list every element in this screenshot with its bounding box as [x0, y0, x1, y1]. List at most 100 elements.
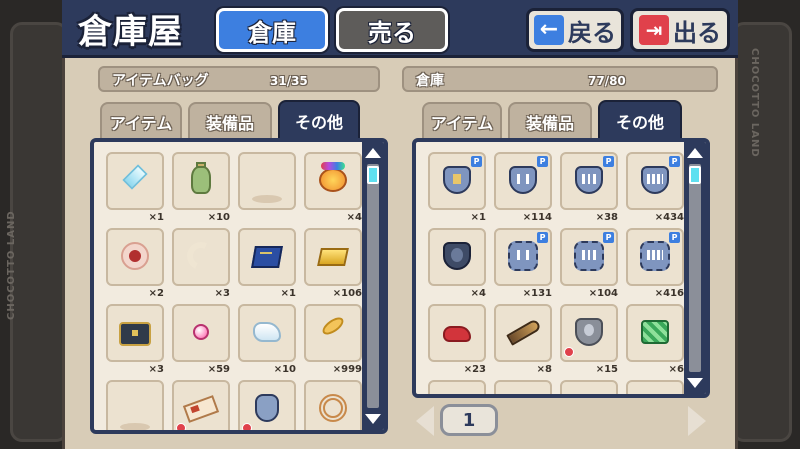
scroll-down-icon[interactable]	[687, 378, 703, 388]
item-quantity: ×1	[280, 288, 296, 299]
arrow-left-icon: ←	[534, 15, 564, 45]
vase-icon	[181, 160, 221, 200]
back-button[interactable]: ← 戻る	[526, 8, 624, 52]
header-bar: 倉庫屋 倉庫 売る ← 戻る ⇥ 出る	[62, 0, 738, 58]
bag-slot[interactable]	[172, 228, 230, 286]
bag-panel-header: アイテムバッグ 31/35	[98, 66, 380, 92]
storage-slot[interactable]	[428, 304, 486, 362]
horn-trumpet-icon	[503, 312, 543, 352]
bag-slot[interactable]	[304, 380, 362, 430]
page-number[interactable]: 1	[440, 404, 498, 436]
item-quantity: ×6	[668, 364, 684, 375]
storage-slot[interactable]	[428, 380, 486, 394]
bag-scrollbar[interactable]	[362, 142, 384, 430]
bag-slot[interactable]	[106, 380, 164, 430]
storage-scrollbar[interactable]	[684, 142, 706, 394]
item-quantity: ×15	[595, 364, 618, 375]
back-button-label: 戻る	[568, 18, 616, 47]
bag-slot[interactable]	[172, 152, 230, 210]
scroll-track[interactable]	[689, 164, 701, 372]
item-quantity: ×3	[214, 288, 230, 299]
minus-badge-icon	[564, 347, 574, 357]
background-side-panel-left	[10, 22, 68, 442]
storage-title: 倉庫	[416, 73, 444, 89]
bag-slot[interactable]	[172, 380, 230, 430]
gold-bar-icon	[313, 236, 353, 276]
scroll-track[interactable]	[367, 164, 379, 408]
storage-slot[interactable]	[428, 228, 486, 286]
bag-slot[interactable]	[106, 304, 164, 362]
scroll-thumb[interactable]	[689, 166, 701, 184]
bag-slot[interactable]	[238, 380, 296, 430]
item-quantity: ×38	[595, 212, 618, 223]
bag-slot[interactable]	[238, 228, 296, 286]
storage-tab-items[interactable]: アイテム	[422, 102, 502, 140]
storage-slot[interactable]	[560, 380, 618, 394]
minus-badge-icon	[176, 423, 186, 430]
bag-tab-other[interactable]: その他	[278, 100, 360, 140]
storage-slot[interactable]	[494, 380, 552, 394]
bag-tab-equipment[interactable]: 装備品	[188, 102, 272, 140]
ticket-icon	[181, 388, 221, 428]
bag-slot[interactable]	[238, 152, 296, 210]
storage-slot[interactable]: P	[560, 152, 618, 210]
scroll-down-icon[interactable]	[365, 414, 381, 424]
exit-button-label: 出る	[673, 18, 721, 47]
storage-slot[interactable]	[494, 304, 552, 362]
book-icon	[247, 236, 287, 276]
storage-pager: 1	[412, 404, 710, 438]
protected-badge: P	[471, 156, 482, 167]
storage-slot[interactable]: P	[560, 228, 618, 286]
scroll-up-icon[interactable]	[687, 148, 703, 158]
item-quantity: ×106	[332, 288, 362, 299]
minus-badge-icon	[242, 423, 252, 430]
emblem-dark-icon	[437, 236, 477, 276]
protected-badge: P	[537, 232, 548, 243]
storage-slot[interactable]	[626, 304, 684, 362]
scroll-up-icon[interactable]	[365, 148, 381, 158]
bag-slot[interactable]	[304, 228, 362, 286]
page-title: 倉庫屋	[78, 12, 183, 52]
horn-icon	[181, 236, 221, 276]
storage-tab-equipment[interactable]: 装備品	[508, 102, 592, 140]
feather-icon	[313, 312, 353, 352]
protected-badge: P	[603, 156, 614, 167]
chest-icon	[115, 312, 155, 352]
storage-slot[interactable]: P	[626, 152, 684, 210]
storage-panel-header: 倉庫 77/80	[402, 66, 718, 92]
bag-slot[interactable]	[238, 304, 296, 362]
exit-button[interactable]: ⇥ 出る	[630, 8, 730, 52]
storage-slot[interactable]	[626, 380, 684, 394]
game-screen: CHOCOTTO LAND CHOCOTTO LAND 倉庫屋 倉庫 売る ← …	[0, 0, 800, 449]
storage-slot[interactable]: P	[494, 152, 552, 210]
next-page-icon[interactable]	[688, 406, 706, 436]
bag-slot[interactable]	[106, 152, 164, 210]
bag-slot[interactable]	[304, 152, 362, 210]
item-quantity: ×131	[522, 288, 552, 299]
item-quantity: ×1	[148, 212, 164, 223]
item-quantity: ×10	[273, 364, 296, 375]
green-cube-icon	[635, 312, 675, 352]
storage-count: 77/80	[588, 74, 626, 88]
storage-slot[interactable]: P	[494, 228, 552, 286]
empty-slot-icon	[115, 388, 155, 428]
bag-count: 31/35	[270, 74, 308, 88]
tab-sell[interactable]: 売る	[336, 8, 448, 52]
bag-tab-items[interactable]: アイテム	[100, 102, 182, 140]
storage-slot[interactable]: P	[428, 152, 486, 210]
bag-slot[interactable]	[304, 304, 362, 362]
storage-tab-other[interactable]: その他	[598, 100, 682, 140]
bag-title: アイテムバッグ	[112, 73, 209, 89]
background-side-panel-right	[732, 22, 792, 442]
crystal-icon	[115, 160, 155, 200]
storage-slot[interactable]: P	[626, 228, 684, 286]
empty-slot-icon	[247, 160, 287, 200]
scroll-thumb[interactable]	[367, 166, 379, 184]
coil-icon	[313, 388, 353, 428]
pink-orb-icon	[181, 312, 221, 352]
prev-page-icon[interactable]	[416, 406, 434, 436]
bag-slot[interactable]	[172, 304, 230, 362]
bag-slot[interactable]	[106, 228, 164, 286]
storage-slot[interactable]	[560, 304, 618, 362]
tab-storage[interactable]: 倉庫	[216, 8, 328, 52]
